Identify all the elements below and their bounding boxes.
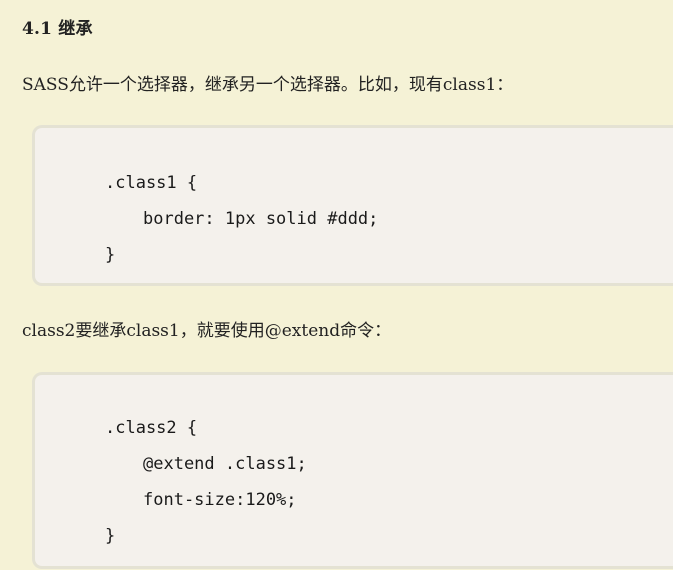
code-line: }: [105, 526, 116, 546]
code-line: }: [105, 245, 116, 265]
code-line: font-size:120%;: [143, 490, 297, 510]
intro-paragraph: SASS允许一个选择器，继承另一个选择器。比如，现有class1：: [22, 75, 514, 95]
section-heading: 4.1 继承: [22, 19, 93, 39]
code-block-class1: .class1 { border: 1px solid #ddd;}: [32, 125, 673, 286]
code-line: border: 1px solid #ddd;: [143, 209, 379, 229]
code-line: .class2 {: [105, 418, 198, 438]
code-block-class2: .class2 { @extend .class1; font-size:120%;…: [32, 372, 673, 569]
code-line: .class1 {: [105, 173, 198, 193]
code-content: .class1 { border: 1px solid #ddd;}: [105, 165, 378, 273]
extend-paragraph: class2要继承class1，就要使用@extend命令：: [22, 321, 392, 341]
code-line: @extend .class1;: [143, 454, 307, 474]
code-content: .class2 { @extend .class1; font-size:120%;…: [105, 410, 307, 554]
